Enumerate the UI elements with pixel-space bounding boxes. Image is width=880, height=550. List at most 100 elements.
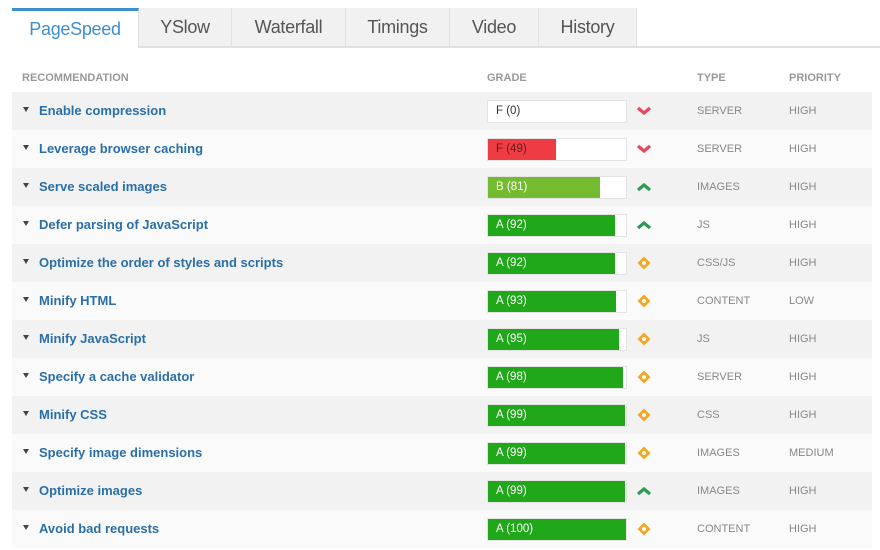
priority-label: HIGH [789, 523, 817, 535]
diamond-icon [636, 293, 652, 309]
type-label: SERVER [697, 143, 743, 155]
expand-caret-icon[interactable] [23, 449, 29, 454]
chevron-up-icon [636, 483, 652, 499]
table-row[interactable]: Avoid bad requests A (100) CONTENT HIGH [12, 510, 872, 548]
grade-label: A (99) [496, 409, 527, 421]
expand-caret-icon[interactable] [23, 183, 29, 188]
type-label: CSS/JS [697, 257, 736, 269]
expand-caret-icon[interactable] [23, 221, 29, 226]
tab-history[interactable]: History [539, 8, 637, 46]
header-priority: PRIORITY [789, 72, 841, 84]
diamond-icon [636, 407, 652, 423]
chevron-down-icon [636, 141, 652, 157]
expand-caret-icon[interactable] [23, 373, 29, 378]
priority-label: HIGH [789, 257, 817, 269]
grade-label: F (49) [496, 143, 527, 155]
grade-label: A (92) [496, 219, 527, 231]
type-label: SERVER [697, 105, 743, 117]
expand-caret-icon[interactable] [23, 487, 29, 492]
header-type: TYPE [697, 72, 726, 84]
type-label: IMAGES [697, 447, 740, 459]
priority-label: LOW [789, 295, 815, 307]
grade-label: F (0) [496, 105, 521, 117]
priority-label: HIGH [789, 181, 817, 193]
grade-bar: A (100) [487, 518, 627, 541]
type-label: CSS [697, 409, 720, 421]
type-label: CONTENT [697, 523, 751, 535]
expand-caret-icon[interactable] [23, 107, 29, 112]
table-row[interactable]: Specify image dimensions A (99) IMAGES M… [12, 434, 872, 472]
type-label: CONTENT [697, 295, 751, 307]
recommendations-table: Enable compression F (0) SERVER HIGH Lev… [12, 92, 872, 548]
expand-caret-icon[interactable] [23, 145, 29, 150]
header-grade: GRADE [487, 72, 527, 84]
table-row[interactable]: Specify a cache validator A (98) SERVER … [12, 358, 872, 396]
header-recommendation: RECOMMENDATION [22, 72, 129, 84]
type-label: JS [697, 219, 710, 231]
table-row[interactable]: Defer parsing of JavaScript A (92) JS HI… [12, 206, 872, 244]
tab-bar: PageSpeed YSlow Waterfall Timings Video … [12, 8, 880, 48]
expand-caret-icon[interactable] [23, 411, 29, 416]
grade-label: A (100) [496, 523, 534, 535]
table-row[interactable]: Minify JavaScript A (95) JS HIGH [12, 320, 872, 358]
priority-label: HIGH [789, 371, 817, 383]
tab-yslow[interactable]: YSlow [139, 8, 232, 46]
chevron-up-icon [636, 179, 652, 195]
tab-video[interactable]: Video [450, 8, 539, 46]
grade-label: B (81) [496, 181, 528, 193]
priority-label: HIGH [789, 333, 817, 345]
chevron-up-icon [636, 217, 652, 233]
expand-caret-icon[interactable] [23, 259, 29, 264]
type-label: JS [697, 333, 710, 345]
grade-bar: F (0) [487, 100, 627, 123]
recommendation-name[interactable]: Serve scaled images [39, 179, 167, 194]
type-label: IMAGES [697, 181, 740, 193]
expand-caret-icon[interactable] [23, 335, 29, 340]
table-row[interactable]: Optimize the order of styles and scripts… [12, 244, 872, 282]
recommendation-name[interactable]: Specify a cache validator [39, 369, 194, 384]
recommendation-name[interactable]: Defer parsing of JavaScript [39, 217, 208, 232]
priority-label: HIGH [789, 485, 817, 497]
tab-waterfall[interactable]: Waterfall [232, 8, 346, 46]
table-row[interactable]: Serve scaled images B (81) IMAGES HIGH [12, 168, 872, 206]
table-row[interactable]: Leverage browser caching F (49) SERVER H… [12, 130, 872, 168]
diamond-icon [636, 369, 652, 385]
recommendation-name[interactable]: Avoid bad requests [39, 521, 159, 536]
table-row[interactable]: Minify CSS A (99) CSS HIGH [12, 396, 872, 434]
table-row[interactable]: Minify HTML A (93) CONTENT LOW [12, 282, 872, 320]
recommendation-name[interactable]: Enable compression [39, 103, 166, 118]
grade-bar: A (92) [487, 252, 627, 275]
grade-bar: A (92) [487, 214, 627, 237]
grade-bar: A (99) [487, 404, 627, 427]
grade-label: A (98) [496, 371, 527, 383]
grade-label: A (99) [496, 485, 527, 497]
tab-pagespeed[interactable]: PageSpeed [12, 8, 139, 48]
tab-timings[interactable]: Timings [346, 8, 450, 46]
chevron-down-icon [636, 103, 652, 119]
grade-bar: A (93) [487, 290, 627, 313]
table-row[interactable]: Enable compression F (0) SERVER HIGH [12, 92, 872, 130]
recommendation-name[interactable]: Minify CSS [39, 407, 107, 422]
recommendation-name[interactable]: Optimize images [39, 483, 142, 498]
recommendation-name[interactable]: Optimize the order of styles and scripts [39, 255, 283, 270]
diamond-icon [636, 521, 652, 537]
diamond-icon [636, 445, 652, 461]
table-row[interactable]: Optimize images A (99) IMAGES HIGH [12, 472, 872, 510]
priority-label: HIGH [789, 105, 817, 117]
recommendation-name[interactable]: Minify HTML [39, 293, 116, 308]
expand-caret-icon[interactable] [23, 297, 29, 302]
grade-bar: A (98) [487, 366, 627, 389]
grade-bar: A (99) [487, 442, 627, 465]
recommendation-name[interactable]: Specify image dimensions [39, 445, 202, 460]
recommendation-name[interactable]: Minify JavaScript [39, 331, 146, 346]
priority-label: MEDIUM [789, 447, 834, 459]
grade-label: A (92) [496, 257, 527, 269]
priority-label: HIGH [789, 219, 817, 231]
grade-bar: F (49) [487, 138, 627, 161]
grade-label: A (99) [496, 447, 527, 459]
grade-label: A (93) [496, 295, 527, 307]
expand-caret-icon[interactable] [23, 525, 29, 530]
type-label: IMAGES [697, 485, 740, 497]
recommendation-name[interactable]: Leverage browser caching [39, 141, 203, 156]
type-label: SERVER [697, 371, 743, 383]
